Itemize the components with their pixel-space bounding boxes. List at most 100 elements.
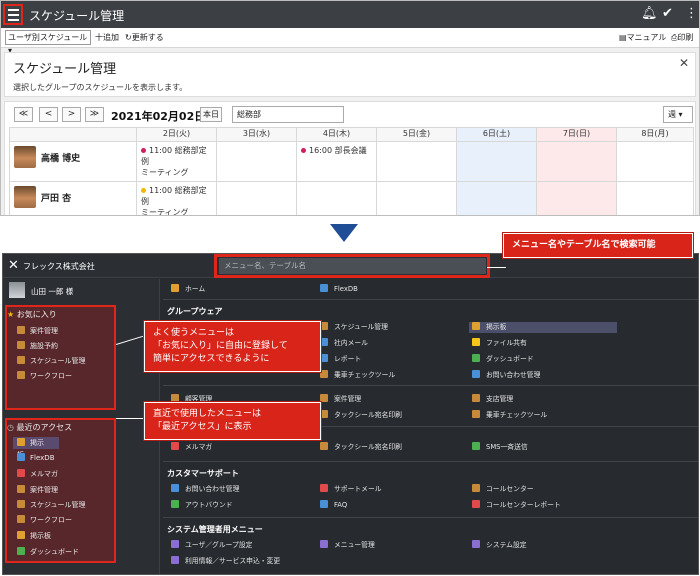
event-item[interactable]: 16:00 部長会議 (297, 142, 376, 159)
today-button[interactable]: 本日 (200, 107, 222, 122)
menu-item[interactable]: 利用情報／サービス申込・変更 (171, 556, 280, 567)
sidebar-item-recent[interactable]: 案件管理 (17, 484, 58, 496)
table-icon (17, 485, 25, 493)
day-header[interactable]: 4日(木) (296, 127, 377, 142)
sidebar-item-recent[interactable]: スケジュール管理 (17, 499, 86, 511)
menu-item[interactable]: 乗車チェックツール (320, 370, 395, 381)
menu-item[interactable]: 乗車チェックツール (472, 410, 547, 421)
menu-item[interactable]: タックシール宛名印刷 (320, 410, 402, 421)
phone-icon (171, 500, 179, 508)
check-icon[interactable]: ✔ (662, 6, 673, 21)
menu-item[interactable]: メニュー管理 (320, 540, 375, 551)
event-item[interactable]: 11:00 総務部定例 ミーティング (137, 182, 216, 215)
avatar (14, 186, 36, 208)
hamburger-menu-button[interactable] (3, 4, 23, 25)
schedule-cell[interactable] (376, 181, 457, 215)
grid-icon (320, 540, 328, 548)
home-icon (171, 284, 179, 292)
sidebar-item-favorite[interactable]: 案件管理 (17, 325, 58, 337)
menu-item[interactable]: 支店管理 (472, 394, 513, 405)
close-icon[interactable]: ✕ (8, 258, 19, 273)
group-input[interactable]: 総務部 (232, 106, 344, 123)
schedule-cell[interactable] (296, 181, 377, 215)
person-cell: 戸田 杏 (9, 181, 137, 215)
sidebar-item-recent[interactable]: 掲示板 (17, 530, 51, 542)
report-icon (320, 354, 328, 362)
sidebar-item-recent[interactable]: メルマガ (17, 468, 58, 480)
sidebar-item-favorite[interactable]: 施設予約 (17, 340, 58, 352)
sidebar-item-recent[interactable]: 掲示板 (13, 437, 59, 459)
chevron-down-icon: ▾ (678, 110, 683, 119)
close-icon[interactable]: ✕ (679, 56, 689, 70)
day-header[interactable]: 7日(日) (536, 127, 617, 142)
favorites-heading: ★ お気に入り (7, 310, 57, 319)
sidebar-item-favorite[interactable]: ワークフロー (17, 370, 72, 382)
menu-item[interactable]: 社内メール (320, 338, 368, 349)
menu-item[interactable]: メルマガ (171, 442, 212, 453)
menu-item-highlighted[interactable]: 掲示板 (469, 322, 617, 333)
day-header[interactable]: 2日(火) (136, 127, 217, 142)
table-icon (472, 410, 480, 418)
menu-item[interactable]: レポート (320, 354, 361, 365)
first-week-button[interactable]: ≪ (14, 107, 33, 122)
schedule-cell[interactable] (456, 141, 537, 182)
menu-item[interactable]: お問い合わせ管理 (171, 484, 239, 495)
bell-icon[interactable]: 🔔︎ (641, 6, 658, 21)
refresh-button[interactable]: ↻更新する (125, 32, 164, 43)
app-title: スケジュール管理 (29, 9, 125, 23)
menu-item[interactable]: コールセンターレポート (472, 500, 561, 511)
person-name[interactable]: 高橋 博史 (41, 151, 80, 164)
table-icon (320, 370, 328, 378)
avatar (14, 146, 36, 168)
schedule-cell[interactable] (536, 141, 617, 182)
menu-item[interactable]: スケジュール管理 (320, 322, 388, 333)
day-header[interactable]: 3日(水) (216, 127, 297, 142)
menu-item[interactable]: ファイル共有 (472, 338, 527, 349)
menu-item[interactable]: タックシール宛名印刷 (320, 442, 402, 453)
more-vertical-icon[interactable]: ⋮ (685, 6, 698, 21)
menu-item[interactable]: お問い合わせ管理 (472, 370, 540, 381)
person-name[interactable]: 戸田 杏 (41, 191, 71, 204)
prev-week-button[interactable]: < (39, 107, 58, 122)
menu-item[interactable]: アウトバウンド (171, 500, 233, 511)
menu-item[interactable]: 案件管理 (320, 394, 361, 405)
view-select[interactable]: ユーザ別スケジュール ▾ (5, 30, 91, 55)
menu-item[interactable]: FAQ (320, 500, 347, 511)
add-button[interactable]: 十追加 (95, 32, 119, 43)
sidebar-item-favorite[interactable]: スケジュール管理 (17, 355, 86, 367)
toolbar: ユーザ別スケジュール ▾ 十追加 ↻更新する ▤マニュアル ⎙印刷 (1, 28, 699, 55)
schedule-cell[interactable] (216, 181, 297, 215)
menu-item-flexdb[interactable]: FlexDB (320, 284, 358, 295)
down-arrow-icon (330, 224, 358, 242)
day-header[interactable]: 5日(金) (376, 127, 457, 142)
schedule-cell[interactable] (216, 141, 297, 182)
schedule-cell[interactable]: 16:00 部長会議 (296, 141, 377, 182)
manual-link[interactable]: ▤マニュアル (619, 32, 666, 43)
menu-item[interactable]: サポートメール (320, 484, 382, 495)
menu-item[interactable]: SMS一斉送信 (472, 442, 528, 453)
schedule-cell[interactable] (376, 141, 457, 182)
book-icon: ▤ (619, 33, 627, 42)
last-week-button[interactable]: ≫ (85, 107, 104, 122)
event-item[interactable]: 11:00 総務部定例 ミーティング (137, 142, 216, 181)
schedule-cell[interactable] (616, 181, 694, 215)
user-info[interactable]: 山田 一郎 様 (9, 282, 149, 302)
next-week-button[interactable]: > (62, 107, 81, 122)
menu-item[interactable]: システム設定 (472, 540, 527, 551)
sidebar-item-recent[interactable]: ワークフロー (17, 514, 72, 526)
print-link[interactable]: ⎙印刷 (671, 32, 693, 43)
range-select[interactable]: 週 ▾ (663, 106, 693, 123)
day-header[interactable]: 8日(月) (616, 127, 694, 142)
menu-item-home[interactable]: ホーム (171, 284, 205, 295)
schedule-cell[interactable] (456, 181, 537, 215)
schedule-cell[interactable] (536, 181, 617, 215)
menu-item[interactable]: ダッシュボード (472, 354, 534, 365)
menu-item[interactable]: コールセンター (472, 484, 534, 495)
sidebar-item-recent[interactable]: FlexDB (17, 452, 55, 464)
schedule-cell[interactable]: 11:00 総務部定例 ミーティング (136, 181, 217, 215)
schedule-cell[interactable]: 11:00 総務部定例 ミーティング (136, 141, 217, 182)
menu-item[interactable]: ユーザ／グループ設定 (171, 540, 252, 551)
sidebar-item-recent[interactable]: ダッシュボード (17, 546, 79, 558)
schedule-cell[interactable] (616, 141, 694, 182)
day-header[interactable]: 6日(土) (456, 127, 537, 142)
